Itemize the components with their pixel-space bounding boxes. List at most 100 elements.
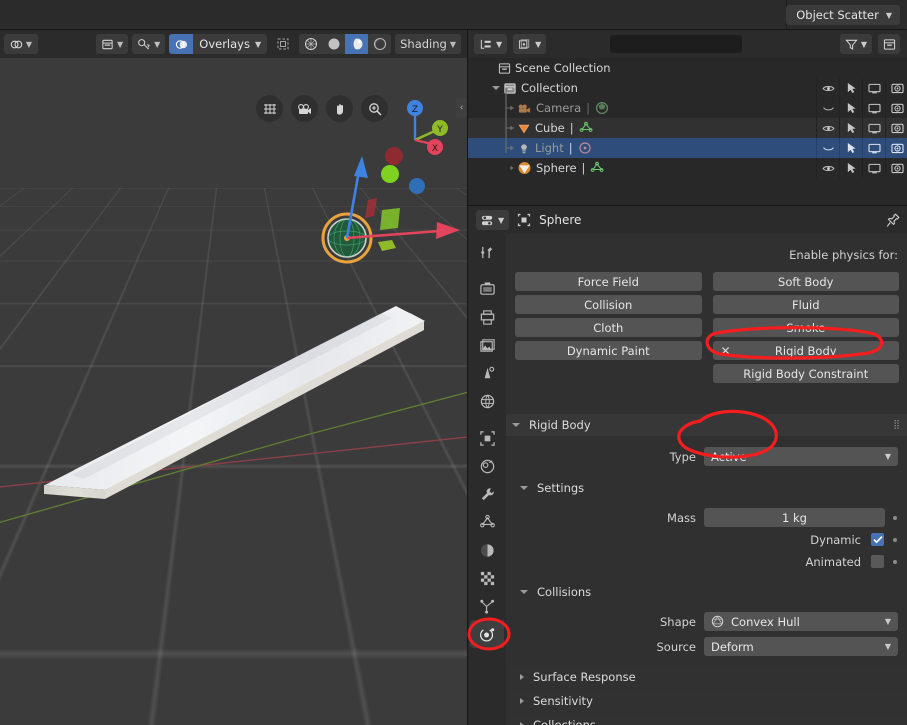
overlays-toggle[interactable] — [169, 34, 194, 54]
disable-in-renders-icon[interactable] — [885, 78, 907, 98]
toggle-xray-icon[interactable] — [271, 34, 295, 54]
disable-in-viewports-icon[interactable] — [862, 138, 885, 158]
source-dropdown[interactable]: Deform ▼ — [704, 637, 898, 656]
shading-mode-group[interactable] — [299, 34, 392, 54]
disable-selection-icon[interactable] — [839, 158, 862, 178]
disable-selection-icon[interactable] — [839, 98, 862, 118]
outliner-row-collection[interactable]: Collection — [468, 78, 907, 98]
axis-orientation-gizmo[interactable]: Z Y X — [382, 94, 452, 164]
smoke-button[interactable]: Smoke — [712, 318, 899, 337]
overlays-dropdown[interactable]: Overlays ▼ — [193, 34, 268, 54]
object-mode-selector[interactable]: ▼ — [95, 34, 129, 54]
tab-object-data[interactable] — [470, 508, 504, 536]
disable-in-renders-icon[interactable] — [885, 118, 907, 138]
expander-closed-icon[interactable] — [510, 105, 514, 111]
outliner-row-toggles[interactable] — [816, 98, 907, 118]
hide-in-viewport-icon[interactable] — [816, 98, 839, 118]
mass-field[interactable]: 1 kg — [704, 508, 885, 527]
collision-button[interactable]: Collision — [515, 295, 702, 314]
tab-physics[interactable] — [470, 620, 504, 648]
outliner-display-mode[interactable]: ▼ — [474, 34, 508, 54]
expander-closed-icon[interactable] — [520, 698, 524, 704]
outliner-row-toggles[interactable] — [816, 158, 907, 178]
viewport-sidebar-toggle[interactable]: ‹ — [456, 98, 467, 118]
tab-object[interactable] — [470, 424, 504, 452]
disable-in-viewports-icon[interactable] — [862, 98, 885, 118]
viewport-scene[interactable]: Z Y X ‹ — [0, 58, 467, 725]
dynamic-paint-button[interactable]: Dynamic Paint — [515, 341, 702, 360]
viewport-nav-buttons[interactable] — [256, 95, 388, 122]
outliner-row-toggles[interactable] — [816, 118, 907, 138]
source-row[interactable]: Source Deform ▼ — [506, 636, 907, 657]
outliner-tree[interactable]: Scene Collection Collection Camera | Cub… — [468, 58, 907, 205]
panel-drag-grip[interactable]: ⣿ — [893, 420, 901, 430]
type-dropdown[interactable]: Active ▼ — [704, 447, 898, 466]
expander-open-icon[interactable] — [492, 86, 500, 90]
shape-dropdown[interactable]: Convex Hull ▼ — [704, 612, 898, 631]
tab-texture[interactable] — [470, 564, 504, 592]
disable-in-renders-icon[interactable] — [885, 158, 907, 178]
overlays-group[interactable]: Overlays ▼ — [169, 34, 268, 54]
viewport-3d[interactable]: Z Y X ‹ ▼ ▼ ▼ Overlays ▼ Shading ▼ — [0, 30, 467, 725]
hide-in-viewport-icon[interactable] — [816, 118, 839, 138]
tab-render[interactable] — [470, 275, 504, 303]
outliner-row-toggles[interactable] — [816, 138, 907, 158]
disable-selection-icon[interactable] — [839, 78, 862, 98]
disable-selection-icon[interactable] — [839, 138, 862, 158]
shading-rendered[interactable] — [368, 34, 391, 54]
hide-in-viewport-icon[interactable] — [816, 78, 839, 98]
outliner-row-cube[interactable]: Cube | — [468, 118, 907, 138]
force-field-button[interactable]: Force Field — [515, 272, 702, 291]
disable-in-renders-icon[interactable] — [885, 138, 907, 158]
mass-row[interactable]: Mass 1 kg — [506, 507, 907, 528]
tab-view-layer[interactable] — [470, 331, 504, 359]
hide-in-viewport-icon[interactable] — [816, 158, 839, 178]
editor-type-selector[interactable]: ▼ — [4, 34, 38, 54]
tab-scene[interactable] — [470, 359, 504, 387]
pin-icon[interactable] — [886, 212, 900, 228]
expander-closed-icon[interactable] — [510, 145, 514, 151]
outliner-row-toggles[interactable] — [816, 78, 907, 98]
properties-editor[interactable]: ▼ Sphere Enable physics for: Force Field… — [467, 205, 907, 725]
outliner-filter[interactable]: ▼ — [839, 34, 872, 54]
expander-open-icon[interactable] — [512, 423, 520, 427]
tab-modifiers[interactable] — [470, 480, 504, 508]
shading-dropdown[interactable]: Shading ▼ — [395, 34, 461, 54]
tab-object-constraints[interactable] — [470, 452, 504, 480]
hide-in-viewport-icon[interactable] — [816, 138, 839, 158]
shading-solid[interactable] — [322, 34, 345, 54]
pan-view-icon[interactable] — [326, 95, 353, 122]
rigid-body-constraint-button[interactable]: Rigid Body Constraint — [712, 364, 899, 383]
animate-property-dot[interactable] — [893, 515, 897, 520]
shape-row[interactable]: Shape Convex Hull ▼ — [506, 611, 907, 632]
view-object-types-menu[interactable]: ▼ — [132, 34, 166, 54]
collisions-panel-header[interactable]: Collisions — [506, 581, 907, 603]
outliner-search[interactable] — [610, 35, 767, 53]
settings-panel-header[interactable]: Settings — [506, 477, 907, 499]
sensitivity-panel-header[interactable]: Sensitivity — [506, 690, 907, 712]
rigid-body-button[interactable]: ✕ Rigid Body — [712, 341, 899, 360]
expander-open-icon[interactable] — [520, 486, 528, 490]
physics-buttons-right-column[interactable]: Soft Body Fluid Smoke ✕ Rigid Body Rigid… — [712, 272, 899, 383]
dynamic-checkbox[interactable] — [871, 533, 884, 546]
animated-checkbox[interactable] — [871, 555, 884, 568]
collections-panel-header[interactable]: Collections — [506, 714, 907, 725]
editor-type-selector[interactable]: ▼ — [476, 210, 510, 230]
tab-particles[interactable] — [470, 592, 504, 620]
disable-in-viewports-icon[interactable] — [862, 78, 885, 98]
animated-row[interactable]: Animated — [506, 551, 907, 572]
physics-buttons-grid[interactable]: Force Field Collision Cloth Dynamic Pain… — [506, 272, 907, 383]
tab-output[interactable] — [470, 303, 504, 331]
rigid-body-type-row[interactable]: Type Active ▼ — [506, 446, 907, 467]
expander-closed-icon[interactable] — [520, 674, 524, 680]
physics-buttons-left-column[interactable]: Force Field Collision Cloth Dynamic Pain… — [515, 272, 702, 383]
search-input[interactable] — [621, 37, 767, 51]
outliner-row-sphere[interactable]: Sphere | — [468, 158, 907, 178]
disable-in-viewports-icon[interactable] — [862, 118, 885, 138]
outliner-row-camera[interactable]: Camera | — [468, 98, 907, 118]
soft-body-button[interactable]: Soft Body — [712, 272, 899, 291]
animate-property-dot[interactable] — [893, 559, 897, 564]
properties-tab-column[interactable] — [468, 234, 506, 725]
outliner-row-light[interactable]: Light | — [468, 138, 907, 158]
zoom-view-icon[interactable] — [361, 95, 388, 122]
